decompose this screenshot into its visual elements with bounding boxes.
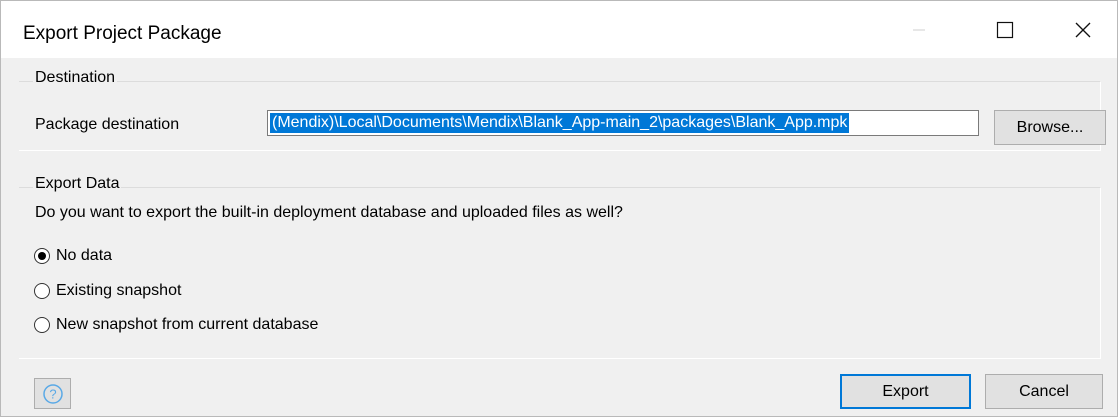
radio-existing-snapshot-label: Existing snapshot (56, 282, 182, 299)
package-destination-label: Package destination (35, 116, 180, 133)
browse-button[interactable]: Browse... (994, 110, 1106, 145)
maximize-icon (996, 21, 1014, 38)
export-data-question: Do you want to export the built-in deplo… (35, 204, 623, 221)
radio-button[interactable] (34, 283, 50, 299)
radio-new-snapshot[interactable]: New snapshot from current database (34, 314, 318, 336)
radio-no-data[interactable]: No data (34, 245, 112, 267)
package-destination-value: (Mendix)\Local\Documents\Mendix\Blank_Ap… (270, 113, 850, 133)
export-button[interactable]: Export (840, 374, 971, 409)
radio-button[interactable] (34, 317, 50, 333)
radio-button-selected[interactable] (34, 248, 50, 264)
package-destination-input[interactable]: (Mendix)\Local\Documents\Mendix\Blank_Ap… (267, 110, 979, 136)
minimize-icon (913, 29, 925, 30)
dialog-title: Export Project Package (23, 23, 222, 44)
close-button[interactable] (1049, 1, 1117, 58)
export-data-legend: Export Data (33, 175, 122, 193)
radio-existing-snapshot[interactable]: Existing snapshot (34, 280, 181, 302)
destination-legend: Destination (33, 69, 118, 87)
question-circle-icon: ? (42, 383, 63, 404)
cancel-button[interactable]: Cancel (985, 374, 1103, 409)
radio-no-data-label: No data (56, 247, 113, 264)
help-button[interactable]: ? (34, 378, 71, 409)
close-icon (1075, 22, 1091, 37)
svg-text:?: ? (49, 386, 56, 401)
export-project-package-dialog: Export Project Package Destination Packa… (0, 0, 1118, 417)
radio-new-snapshot-label: New snapshot from current database (56, 316, 319, 333)
title-bar: Export Project Package (1, 1, 1117, 58)
minimize-button[interactable] (885, 1, 953, 58)
radio-dot-icon (38, 252, 46, 260)
maximize-button[interactable] (971, 1, 1039, 58)
